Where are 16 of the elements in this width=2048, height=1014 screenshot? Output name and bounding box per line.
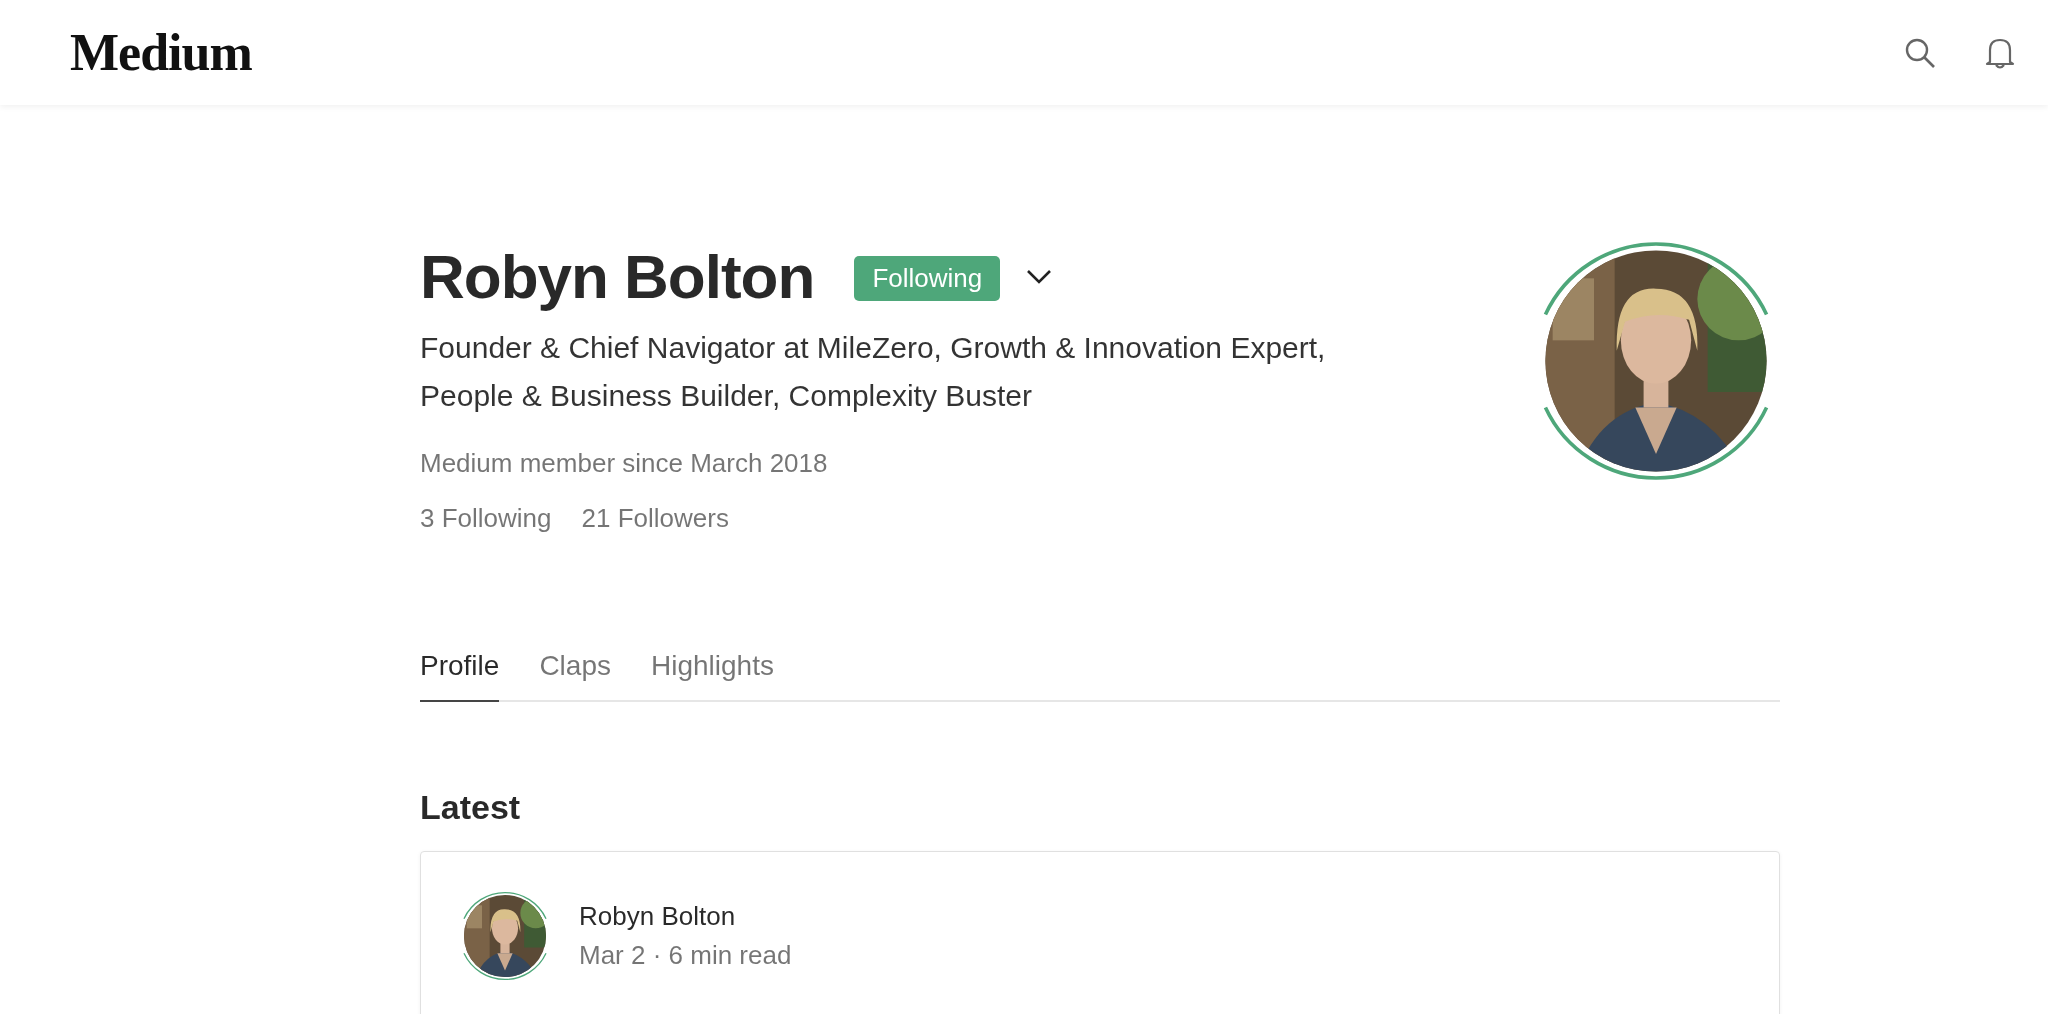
- profile-name: Robyn Bolton: [420, 241, 815, 312]
- chevron-down-icon[interactable]: [1026, 268, 1053, 285]
- member-since: Medium member since March 2018: [420, 448, 829, 479]
- search-icon[interactable]: [1904, 36, 1936, 69]
- section-title: Latest: [420, 788, 522, 827]
- stat-link[interactable]: 3 Following: [420, 503, 552, 534]
- post-meta: Mar 2 · 6 min read: [579, 940, 792, 971]
- post-card[interactable]: Robyn Bolton Mar 2 · 6 min read: [420, 851, 1780, 1014]
- logo[interactable]: Medium: [70, 23, 252, 82]
- tab[interactable]: Claps: [539, 650, 611, 702]
- profile-bio: Founder & Chief Navigator at MileZero, Growth & Innovation Expert, People & Business Builder, Complexity Buster: [420, 330, 1327, 414]
- author-name[interactable]: Robyn Bolton: [579, 901, 792, 932]
- stat-link[interactable]: 21 Followers: [581, 503, 729, 534]
- tab[interactable]: Profile: [420, 650, 500, 702]
- following-button[interactable]: Following: [854, 256, 1001, 301]
- tab[interactable]: Highlights: [650, 650, 774, 702]
